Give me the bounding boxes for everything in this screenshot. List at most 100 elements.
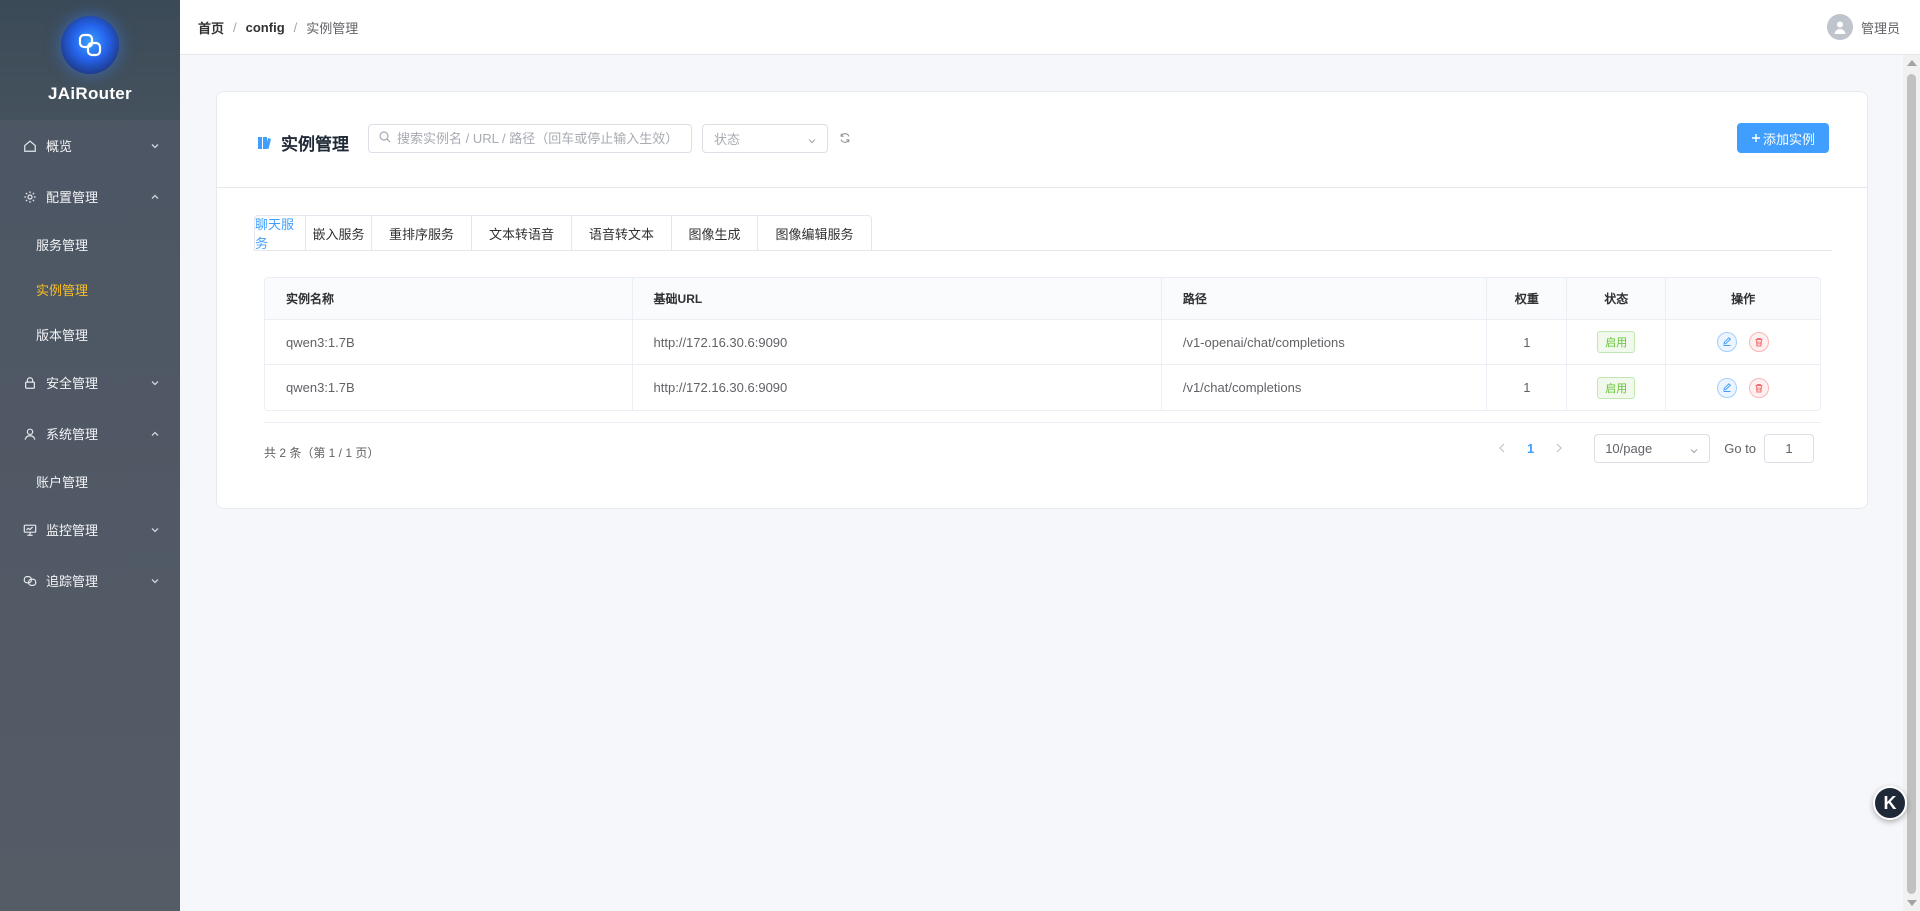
page-title: 实例管理 [281, 135, 349, 154]
menu-group-system: 系统管理 账户管理 [0, 408, 180, 504]
breadcrumb: 首页 / config / 实例管理 [198, 18, 358, 37]
chevron-down-icon [150, 525, 160, 535]
add-instance-button[interactable]: 添加实例 [1737, 123, 1829, 153]
sidebar-item-service[interactable]: 服务管理 [0, 222, 180, 267]
add-instance-label: 添加实例 [1762, 131, 1815, 147]
menu-title-security[interactable]: 安全管理 [0, 357, 180, 408]
status-badge: 启用 [1597, 376, 1636, 399]
column-header: 操作 [1731, 292, 1756, 306]
menu-label: 概览 [46, 139, 73, 154]
submenu-config: 服务管理 实例管理 版本管理 [0, 222, 180, 357]
menu-label: 系统管理 [46, 427, 99, 442]
monitor-icon [22, 522, 38, 538]
menu-label: 安全管理 [46, 376, 99, 391]
menu-label: 配置管理 [46, 190, 99, 205]
page-scrollbar[interactable] [1903, 55, 1920, 911]
chevron-down-icon [150, 576, 160, 586]
edit-button[interactable] [1717, 377, 1738, 398]
column-header: 实例名称 [265, 278, 633, 319]
goto-page-input[interactable] [1764, 433, 1814, 463]
book-icon [257, 135, 273, 151]
chevron-down-icon [150, 378, 160, 388]
column-header: 状态 [1567, 278, 1667, 319]
sidebar-item-instance[interactable]: 实例管理 [0, 267, 180, 312]
goto-label: Go to [1724, 440, 1756, 456]
app-name: JAiRouter [48, 84, 132, 103]
delete-button[interactable] [1749, 332, 1770, 352]
plus-icon [1751, 131, 1761, 146]
cell-status: 启用 [1567, 320, 1667, 364]
status-select[interactable]: 状态 [702, 124, 828, 153]
tab-stt[interactable]: 语音转文本 [572, 215, 672, 251]
chevron-down-icon [150, 141, 160, 151]
sidebar-item-account[interactable]: 账户管理 [0, 459, 180, 504]
tab-embedding[interactable]: 嵌入服务 [306, 215, 372, 251]
table-header: 实例名称 基础URL 路径 权重 状态 操作 [265, 278, 1820, 320]
page-title-wrap: 实例管理 [257, 130, 349, 155]
breadcrumb-config[interactable]: config [246, 20, 285, 35]
edit-button[interactable] [1717, 332, 1738, 352]
column-header: 权重 [1487, 278, 1568, 319]
cell-path: /v1/chat/completions [1162, 365, 1488, 410]
user-menu[interactable]: 管理员 [1826, 14, 1900, 40]
tab-chat[interactable]: 聊天服务 [254, 215, 306, 251]
menu-title-trace[interactable]: 追踪管理 [0, 555, 180, 606]
column-header: 路径 [1162, 278, 1488, 319]
top-header: 首页 / config / 实例管理 管理员 [180, 0, 1920, 55]
menu-title-config[interactable]: 配置管理 [0, 171, 180, 222]
tabs-divider [254, 250, 1832, 251]
home-icon [22, 138, 38, 154]
sidebar-menu: 概览 配置管理 服务管理 实例管理 版本管理 安全管理 系统管理 账户管理 监控… [0, 120, 180, 606]
chevron-up-icon [150, 429, 160, 439]
app-logo-icon [61, 16, 119, 74]
chevron-down-icon [1689, 444, 1699, 459]
tab-tts[interactable]: 文本转语音 [472, 215, 572, 251]
tab-image-gen[interactable]: 图像生成 [672, 215, 758, 251]
cell-actions [1666, 320, 1820, 364]
instance-card: 实例管理 状态 添加实例 聊天服务 嵌入服务 重排序服务 文本转语音 语音转文本 [216, 91, 1868, 509]
column-header: 基础URL [633, 278, 1162, 319]
scroll-up-icon[interactable] [1907, 60, 1917, 66]
tab-image-edit[interactable]: 图像编辑服务 [758, 215, 872, 251]
page-number-current[interactable]: 1 [1527, 441, 1534, 456]
breadcrumb-home[interactable]: 首页 [198, 18, 224, 37]
instance-table: 实例名称 基础URL 路径 权重 状态 操作 qwen3:1.7B http:/… [264, 277, 1821, 411]
refresh-icon[interactable] [839, 132, 853, 146]
cell-weight: 1 [1487, 320, 1568, 364]
floating-k-button[interactable]: K [1873, 786, 1907, 820]
pagination: 1 10/page Go to [1485, 433, 1814, 463]
prev-page-icon[interactable] [1495, 443, 1509, 453]
cell-name: qwen3:1.7B [265, 365, 633, 410]
cell-actions [1666, 365, 1820, 410]
page-size-select[interactable]: 10/page [1594, 433, 1711, 463]
table-row: qwen3:1.7B http://172.16.30.6:9090 /v1/c… [265, 365, 1820, 410]
sidebar: JAiRouter 概览 配置管理 服务管理 实例管理 版本管理 安全管理 系统… [0, 0, 180, 911]
trace-icon [22, 573, 38, 589]
menu-group-security: 安全管理 [0, 357, 180, 408]
scroll-thumb[interactable] [1907, 74, 1916, 894]
cell-status: 启用 [1567, 365, 1667, 410]
menu-title-monitor[interactable]: 监控管理 [0, 504, 180, 555]
menu-group-config: 配置管理 服务管理 实例管理 版本管理 [0, 171, 180, 357]
next-page-icon[interactable] [1552, 443, 1566, 453]
table-row: qwen3:1.7B http://172.16.30.6:9090 /v1-o… [265, 320, 1820, 365]
cell-name: qwen3:1.7B [265, 320, 633, 364]
search-icon [379, 131, 391, 146]
menu-title-overview[interactable]: 概览 [0, 120, 180, 171]
tab-rerank[interactable]: 重排序服务 [372, 215, 472, 251]
search-input[interactable] [397, 131, 687, 146]
cell-url: http://172.16.30.6:9090 [633, 365, 1162, 410]
page-size-value: 10/page [1605, 440, 1653, 456]
status-select-placeholder: 状态 [714, 132, 741, 147]
menu-title-system[interactable]: 系统管理 [0, 408, 180, 459]
cell-weight: 1 [1487, 365, 1568, 410]
status-badge: 启用 [1597, 331, 1636, 353]
avatar [1826, 14, 1853, 40]
menu-label: 监控管理 [46, 523, 99, 538]
scroll-down-icon[interactable] [1907, 900, 1917, 906]
menu-group-trace: 追踪管理 [0, 555, 180, 606]
chevron-down-icon [807, 134, 817, 149]
delete-button[interactable] [1749, 377, 1770, 398]
sidebar-item-version[interactable]: 版本管理 [0, 312, 180, 357]
search-box [368, 124, 692, 153]
